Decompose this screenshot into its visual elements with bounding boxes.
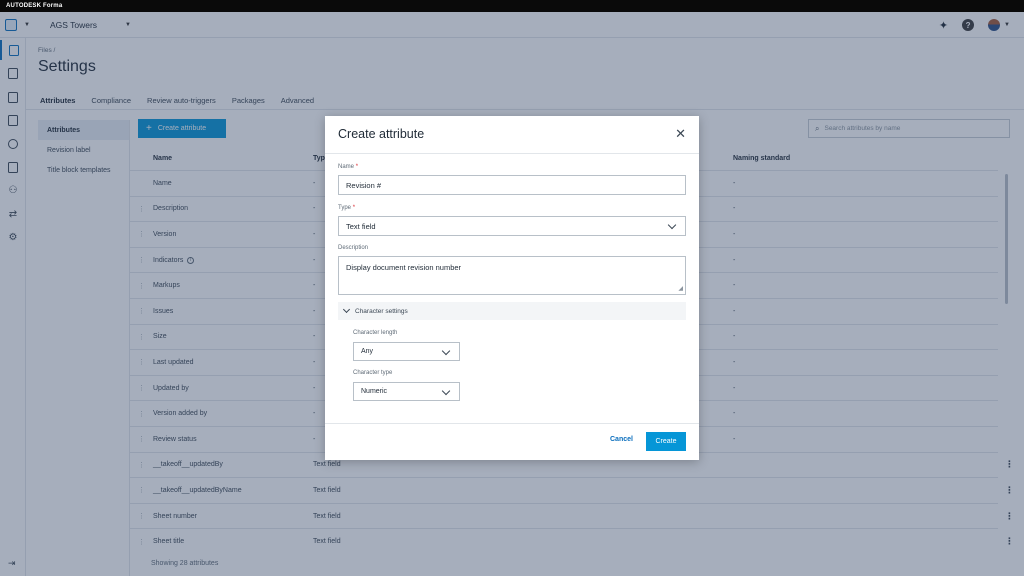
type-value: Text field [346, 221, 376, 231]
create-attribute-dialog: Create attribute ✕ Name * Revision # Typ… [325, 116, 699, 460]
resize-handle-icon[interactable]: ◢ [678, 285, 683, 292]
description-label: Description [338, 245, 369, 251]
type-label: Type * [338, 205, 356, 211]
character-length-value: Any [361, 348, 374, 355]
dialog-footer-divider [325, 423, 699, 424]
close-icon[interactable]: ✕ [675, 126, 686, 142]
character-type-select[interactable]: Numeric [353, 382, 460, 401]
chevron-down-icon [441, 346, 451, 356]
chevron-down-icon [441, 386, 451, 396]
create-button[interactable]: Create [646, 432, 686, 451]
character-type-value: Numeric [361, 388, 388, 395]
chevron-down-icon [667, 220, 677, 230]
character-settings-toggle[interactable]: Character settings [338, 302, 686, 320]
character-length-select[interactable]: Any [353, 342, 460, 361]
character-length-label: Character length [353, 330, 398, 336]
dialog-title: Create attribute [338, 127, 425, 141]
chevron-down-icon [342, 305, 351, 314]
required-mark: * [355, 164, 359, 170]
cancel-button[interactable]: Cancel [610, 436, 633, 443]
name-value: Revision # [346, 180, 382, 190]
description-value: Display document revision number [346, 263, 462, 272]
required-mark: * [352, 205, 356, 211]
character-settings-label: Character settings [355, 307, 408, 315]
dialog-header-divider [325, 153, 699, 154]
type-select[interactable]: Text field [338, 216, 686, 236]
brand-bar: AUTODESK Forma [0, 0, 1024, 12]
character-type-label: Character type [353, 370, 393, 376]
name-field[interactable]: Revision # [338, 175, 686, 195]
brand-name: AUTODESK Forma [6, 3, 63, 9]
description-field[interactable]: Display document revision number ◢ [338, 256, 686, 295]
name-label: Name * [338, 164, 359, 170]
